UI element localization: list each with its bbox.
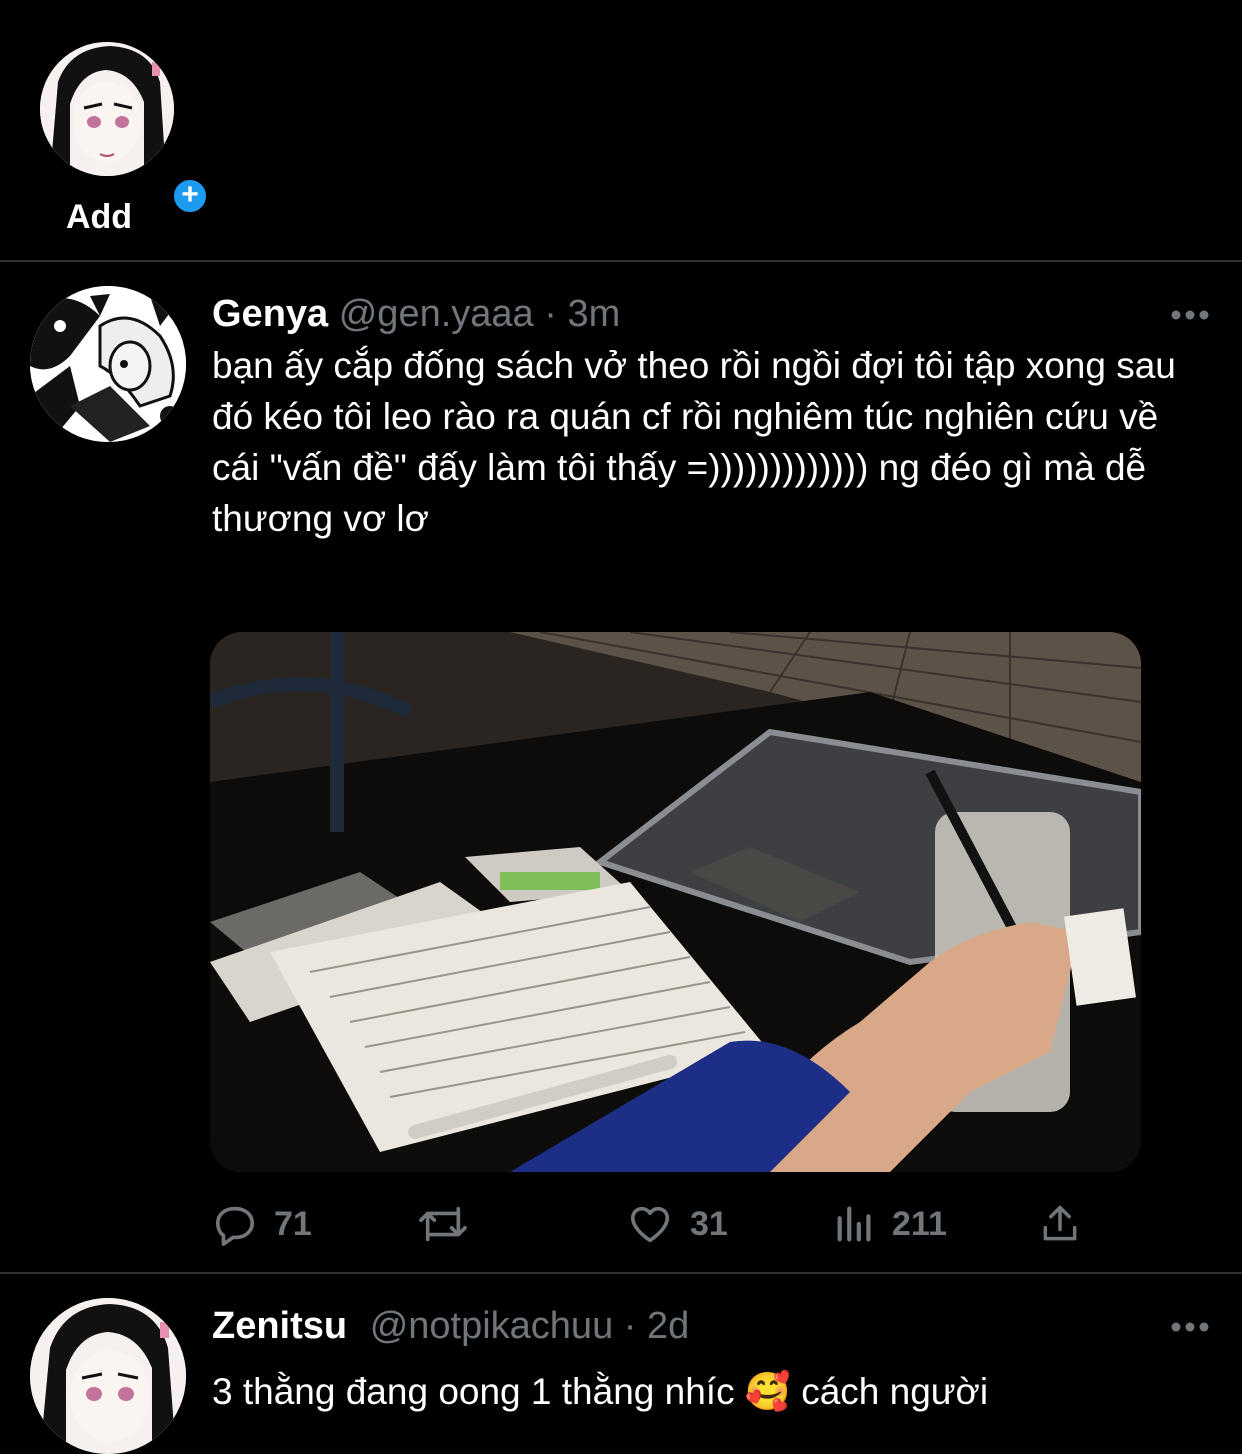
views-button[interactable]: 211 xyxy=(834,1196,947,1252)
tweet-actions: 71 31 211 xyxy=(212,1196,1112,1252)
like-button[interactable]: 31 xyxy=(626,1196,728,1252)
tweet-photo[interactable] xyxy=(210,632,1141,1172)
timestamp[interactable]: 3m xyxy=(567,293,620,335)
views-count: 211 xyxy=(892,1204,947,1243)
user-handle[interactable]: @notpikachuu xyxy=(370,1305,614,1347)
share-icon xyxy=(1043,1205,1077,1241)
reply-button[interactable]: 71 xyxy=(212,1196,312,1252)
tweet-avatar[interactable] xyxy=(30,286,186,442)
tweet[interactable]: Genya @gen.yaaa · 3m bạn ấy cắp đống sác… xyxy=(0,262,1242,1272)
views-icon xyxy=(837,1206,871,1242)
more-horizontal-icon[interactable] xyxy=(1170,1320,1210,1332)
timestamp[interactable]: 2d xyxy=(647,1305,689,1347)
my-avatar xyxy=(40,42,174,176)
reply-icon xyxy=(215,1206,255,1246)
tweet-header: Genya @gen.yaaa · 3m xyxy=(212,292,620,336)
add-story-label: Add xyxy=(65,198,133,236)
retweet-button[interactable] xyxy=(416,1196,486,1252)
separator-dot: · xyxy=(544,293,557,335)
tweet-text: bạn ấy cắp đống sách vở theo rồi ngồi đợ… xyxy=(212,345,1187,539)
tweet-header: Zenitsu @notpikachuu · 2d xyxy=(212,1304,689,1348)
retweet-icon xyxy=(419,1206,467,1242)
add-plus-icon: + xyxy=(170,176,210,216)
share-button[interactable] xyxy=(1038,1196,1082,1252)
tweet-text: 3 thằng đang oong 1 thằng nhíc 🥰 cách ng… xyxy=(212,1371,989,1412)
user-handle[interactable]: @gen.yaaa xyxy=(339,293,534,335)
heart-icon xyxy=(630,1206,670,1243)
add-story-button[interactable]: + Add xyxy=(40,42,210,236)
tweet[interactable]: Zenitsu @notpikachuu · 2d 3 thằng đang o… xyxy=(0,1274,1242,1454)
like-count: 31 xyxy=(690,1204,728,1243)
fleets-bar: + Add xyxy=(0,0,1242,260)
reply-count: 71 xyxy=(274,1204,312,1243)
tweet-avatar[interactable] xyxy=(30,1298,186,1454)
separator-dot: · xyxy=(623,1305,637,1347)
display-name[interactable]: Genya xyxy=(212,293,328,335)
display-name[interactable]: Zenitsu xyxy=(212,1305,347,1347)
more-horizontal-icon[interactable] xyxy=(1170,308,1210,320)
